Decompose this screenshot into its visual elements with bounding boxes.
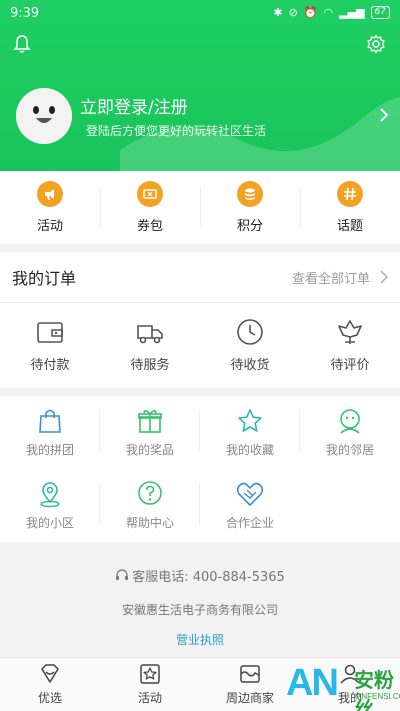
activity-icon <box>140 664 160 684</box>
truck-icon <box>137 325 163 344</box>
services-row: 我的拼团 我的奖品 我的收藏 我的邻居 <box>0 396 400 469</box>
tab-label: 优选 <box>37 691 62 705</box>
login-subtitle: 登陆后方便您更好的玩转社区生活 <box>86 124 267 138</box>
site-watermark: AN 安粉丝 ANFENSI.COM <box>226 662 400 711</box>
orders-section: 我的订单 查看全部订单 待付款 待服务 待收货 待评价 <box>0 252 400 388</box>
neighbor-icon <box>340 409 360 434</box>
quick-menu: 活动 券包 积分 话题 <box>0 171 400 244</box>
handshake-icon <box>236 482 264 506</box>
services-row: 我的小区 帮助中心 合作企业 <box>0 469 400 542</box>
service-partners[interactable]: 合作企业 <box>200 469 300 542</box>
watermark-brand: AN <box>286 662 339 704</box>
order-pending-receipt[interactable]: 待收货 <box>200 303 300 387</box>
ticket-icon <box>137 181 163 207</box>
signal-icon: ▂▄▆ <box>339 6 365 19</box>
service-favorites[interactable]: 我的收藏 <box>200 396 300 469</box>
service-help-center[interactable]: 帮助中心 <box>100 469 200 542</box>
tab-activity[interactable]: 活动 <box>100 658 200 711</box>
company-name: 安徽惠生活电子商务有限公司 <box>121 603 278 617</box>
service-group-buy[interactable]: 我的拼团 <box>0 396 100 469</box>
service-label: 我的小区 <box>25 516 74 530</box>
watermark-url: ANFENSI.COM <box>356 692 400 701</box>
gear-icon[interactable] <box>366 34 386 54</box>
mute-icon: ⊘ <box>288 6 298 19</box>
avatar[interactable] <box>16 88 72 144</box>
footer-info: 客服电话: 400-884-5365 安徽惠生活电子商务有限公司 营业执照 <box>0 542 400 657</box>
battery-icon: 67 <box>370 6 390 19</box>
shopping-bag-icon <box>39 409 61 433</box>
gift-icon <box>138 409 162 433</box>
service-label: 我的奖品 <box>125 443 174 457</box>
service-label: 合作企业 <box>225 516 274 530</box>
quick-item-label: 活动 <box>36 219 63 234</box>
chevron-right-icon <box>380 270 388 284</box>
order-pending-service[interactable]: 待服务 <box>100 303 200 387</box>
orders-header[interactable]: 我的订单 查看全部订单 <box>0 252 400 303</box>
service-prizes[interactable]: 我的奖品 <box>100 396 200 469</box>
service-label: 我的邻居 <box>325 443 374 457</box>
view-all-orders-link[interactable]: 查看全部订单 <box>292 268 370 287</box>
bluetooth-icon: ✱ <box>273 6 283 19</box>
status-time: 9:39 <box>10 6 40 21</box>
megaphone-icon <box>37 181 63 207</box>
quick-item-label: 积分 <box>236 219 263 234</box>
hash-icon <box>337 181 363 207</box>
clock-icon <box>237 319 263 345</box>
quick-item-topics[interactable]: 话题 <box>300 171 400 244</box>
login-register-link[interactable]: 立即登录/注册 <box>80 93 188 118</box>
headset-icon <box>116 568 129 580</box>
chevron-right-icon[interactable] <box>378 107 390 123</box>
status-icons: ✱ ⊘ ⏰ ◠ ▂▄▆ 67 <box>273 6 390 19</box>
alarm-icon: ⏰ <box>303 6 318 19</box>
quick-item-coupons[interactable]: 券包 <box>100 171 200 244</box>
service-label: 我的收藏 <box>225 443 274 457</box>
bell-icon[interactable] <box>12 34 32 54</box>
order-pending-payment[interactable]: 待付款 <box>0 303 100 387</box>
order-pending-review[interactable]: 待评价 <box>300 303 400 387</box>
diamond-icon <box>41 664 59 683</box>
location-pin-icon <box>40 482 60 508</box>
help-icon <box>138 481 162 505</box>
business-license-link[interactable]: 营业执照 <box>176 631 224 648</box>
service-community[interactable]: 我的小区 <box>0 469 100 542</box>
wifi-icon: ◠ <box>323 6 334 19</box>
app-root: 9:39 ✱ ⊘ ⏰ ◠ ▂▄▆ 67 立即登录/注册 登陆后方便您更好的玩转社… <box>0 0 400 711</box>
header-wave-decoration <box>120 97 400 171</box>
tab-label: 活动 <box>137 691 162 705</box>
quick-item-points[interactable]: 积分 <box>200 171 300 244</box>
phone-text: 客服电话: 400-884-5365 <box>132 570 285 585</box>
quick-item-activity[interactable]: 活动 <box>0 171 100 244</box>
coins-icon <box>237 181 263 207</box>
wallet-icon <box>37 322 63 343</box>
quick-item-label: 话题 <box>336 219 363 234</box>
quick-item-label: 券包 <box>136 219 163 234</box>
watermark-name: 安粉丝 <box>354 668 394 711</box>
order-item-label: 待付款 <box>30 358 70 373</box>
service-label: 帮助中心 <box>125 516 174 530</box>
orders-title: 我的订单 <box>12 269 77 288</box>
star-icon <box>238 409 262 432</box>
services-grid: 我的拼团 我的奖品 我的收藏 我的邻居 我的小区 帮助中心 合作企业 <box>0 396 400 542</box>
flower-icon <box>338 320 362 344</box>
order-item-label: 待收货 <box>230 358 270 373</box>
order-item-label: 待服务 <box>130 358 170 373</box>
profile-header: 9:39 ✱ ⊘ ⏰ ◠ ▂▄▆ 67 立即登录/注册 登陆后方便您更好的玩转社… <box>0 0 400 171</box>
customer-service-phone[interactable]: 客服电话: 400-884-5365 <box>0 566 400 585</box>
tab-featured[interactable]: 优选 <box>0 658 100 711</box>
service-neighbors[interactable]: 我的邻居 <box>300 396 400 469</box>
status-bar: 9:39 ✱ ⊘ ⏰ ◠ ▂▄▆ 67 <box>0 0 400 28</box>
order-status-row: 待付款 待服务 待收货 待评价 <box>0 303 400 387</box>
order-item-label: 待评价 <box>330 358 370 373</box>
service-label: 我的拼团 <box>25 443 74 457</box>
